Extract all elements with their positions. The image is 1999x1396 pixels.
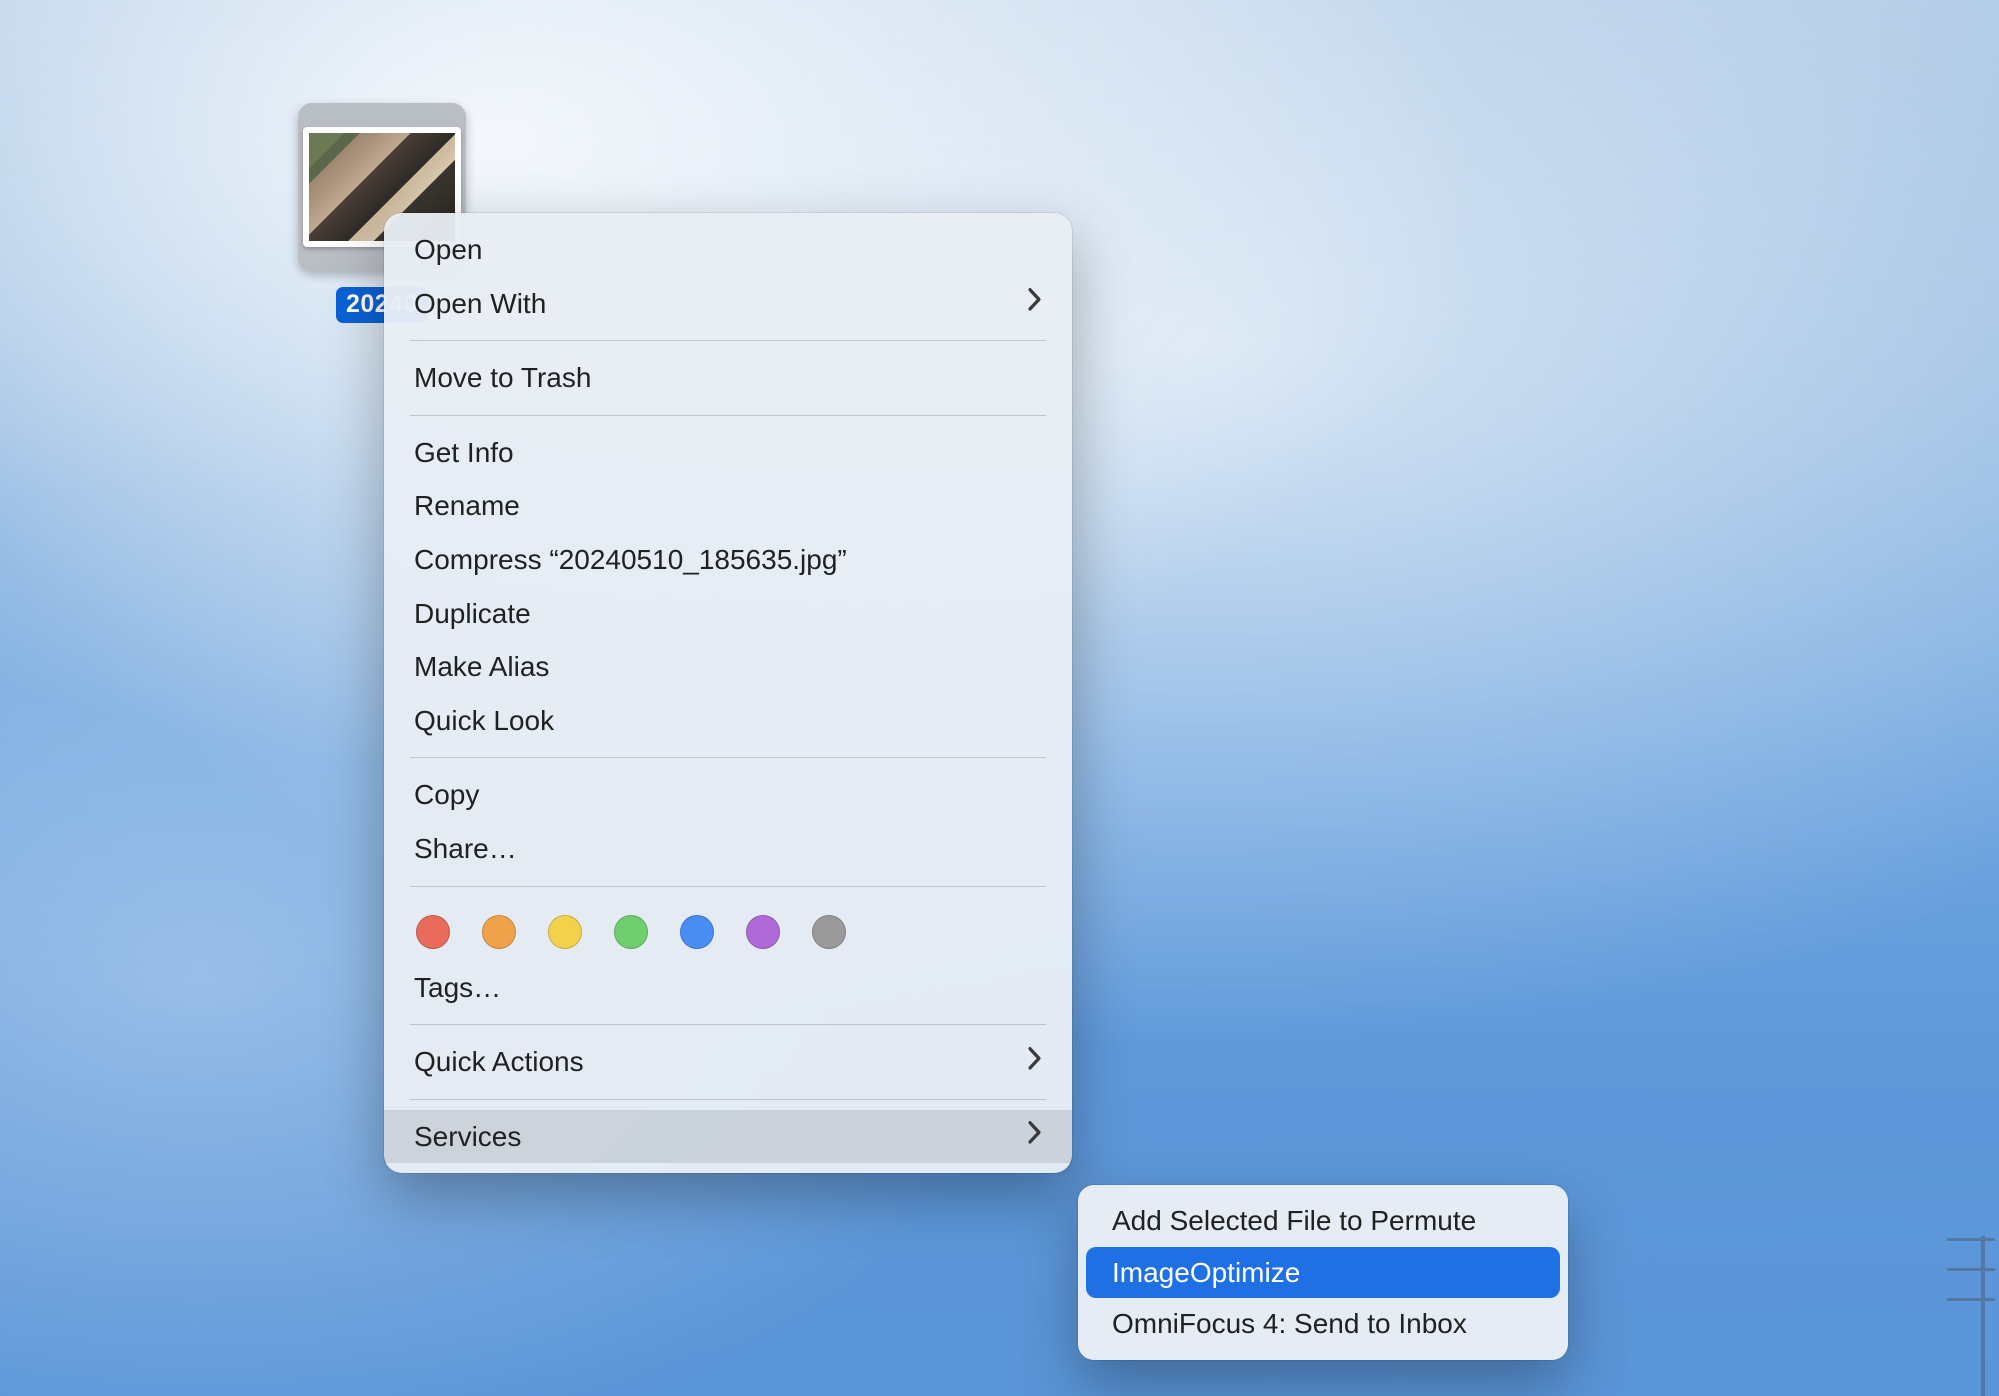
menu-separator: [410, 757, 1046, 758]
chevron-right-icon: [1028, 288, 1042, 320]
menu-item-label: Services: [414, 1120, 521, 1154]
menu-separator: [410, 415, 1046, 416]
tag-color-row: [384, 897, 1072, 961]
submenu-item-add-to-permute[interactable]: Add Selected File to Permute: [1086, 1195, 1560, 1247]
menu-item-make-alias[interactable]: Make Alias: [384, 640, 1072, 694]
menu-item-tags[interactable]: Tags…: [384, 961, 1072, 1015]
chevron-right-icon: [1028, 1121, 1042, 1153]
menu-item-services[interactable]: Services: [384, 1110, 1072, 1164]
tag-yellow[interactable]: [548, 915, 582, 949]
services-submenu: Add Selected File to Permute ImageOptimi…: [1078, 1185, 1568, 1360]
menu-separator: [410, 886, 1046, 887]
submenu-item-label: Add Selected File to Permute: [1112, 1204, 1476, 1238]
menu-item-get-info[interactable]: Get Info: [384, 426, 1072, 480]
menu-item-label: Make Alias: [414, 650, 549, 684]
tag-purple[interactable]: [746, 915, 780, 949]
tag-orange[interactable]: [482, 915, 516, 949]
menu-item-label: Open With: [414, 287, 546, 321]
chevron-right-icon: [1028, 1046, 1042, 1078]
menu-item-label: Duplicate: [414, 597, 531, 631]
menu-item-quick-look[interactable]: Quick Look: [384, 694, 1072, 748]
menu-item-rename[interactable]: Rename: [384, 479, 1072, 533]
tag-gray[interactable]: [812, 915, 846, 949]
menu-item-move-to-trash[interactable]: Move to Trash: [384, 351, 1072, 405]
menu-item-label: Tags…: [414, 971, 501, 1005]
menu-item-quick-actions[interactable]: Quick Actions: [384, 1035, 1072, 1089]
tag-green[interactable]: [614, 915, 648, 949]
submenu-item-image-optimize[interactable]: ImageOptimize: [1086, 1247, 1560, 1299]
menu-item-label: Share…: [414, 832, 517, 866]
menu-item-label: Quick Look: [414, 704, 554, 738]
background-structure: [1939, 1166, 1999, 1396]
menu-item-label: Open: [414, 233, 483, 267]
menu-item-label: Copy: [414, 778, 479, 812]
menu-item-label: Rename: [414, 489, 520, 523]
submenu-item-label: OmniFocus 4: Send to Inbox: [1112, 1307, 1467, 1341]
menu-item-label: Quick Actions: [414, 1045, 584, 1079]
menu-item-label: Compress “20240510_185635.jpg”: [414, 543, 847, 577]
menu-separator: [410, 340, 1046, 341]
menu-separator: [410, 1024, 1046, 1025]
context-menu: Open Open With Move to Trash Get Info Re…: [384, 213, 1072, 1173]
menu-item-label: Move to Trash: [414, 361, 591, 395]
submenu-item-omnifocus-send[interactable]: OmniFocus 4: Send to Inbox: [1086, 1298, 1560, 1350]
desktop-background[interactable]: 20240 Open Open With Move to Trash Get I…: [0, 0, 1999, 1396]
menu-item-share[interactable]: Share…: [384, 822, 1072, 876]
menu-item-copy[interactable]: Copy: [384, 768, 1072, 822]
menu-item-open-with[interactable]: Open With: [384, 277, 1072, 331]
submenu-item-label: ImageOptimize: [1112, 1256, 1300, 1290]
menu-separator: [410, 1099, 1046, 1100]
menu-item-label: Get Info: [414, 436, 514, 470]
menu-item-duplicate[interactable]: Duplicate: [384, 587, 1072, 641]
menu-item-open[interactable]: Open: [384, 223, 1072, 277]
tag-red[interactable]: [416, 915, 450, 949]
tag-blue[interactable]: [680, 915, 714, 949]
menu-item-compress[interactable]: Compress “20240510_185635.jpg”: [384, 533, 1072, 587]
